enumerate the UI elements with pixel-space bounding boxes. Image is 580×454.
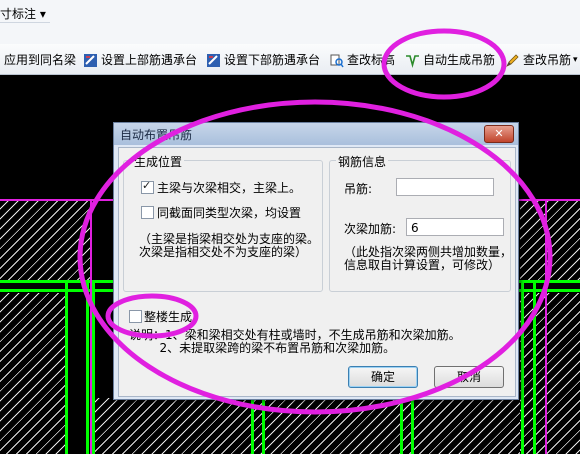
dimension-menu[interactable]: 寸标注 ▾ (0, 6, 50, 23)
rebar-info-group: 钢筋信息 吊筋: 次梁加筋: 6 （此处指次梁两侧共增加数量， 信息取自计算设置… (329, 153, 513, 292)
hanger-label: 吊筋: (344, 182, 373, 196)
rebar-edit-icon (207, 53, 220, 67)
axis-line (90, 199, 92, 454)
slab-hatch (90, 398, 520, 454)
explanation-note: 说明：1、梁和梁相交处有柱或墙时，不生成吊筋和次梁加筋。 2、未提取梁跨的梁不布… (129, 328, 461, 355)
beam-line (533, 280, 536, 454)
auto-hanger-dialog: 自动布置吊筋 ✕ 生成位置 主梁与次梁相交，主梁上。 同截面同类型次梁，均设置 … (113, 122, 519, 400)
same-section-checkbox[interactable] (141, 206, 154, 219)
axis-line (545, 199, 547, 454)
dialog-body: 生成位置 主梁与次梁相交，主梁上。 同截面同类型次梁，均设置 （主梁是指梁相交处… (118, 147, 516, 397)
elevation-search-icon (330, 54, 344, 67)
secondary-beam-rebar-label: 次梁加筋: (344, 222, 397, 236)
cancel-button[interactable]: 取消 (434, 366, 504, 388)
same-section-label: 同截面同类型次梁，均设置 (157, 206, 302, 220)
check-elevation-label: 查改标高 (347, 53, 396, 67)
apply-same-name-beam-button[interactable]: 应用到同名梁 (4, 51, 76, 69)
beam-definition-note: （主梁是指梁相交处为支座的梁。 次梁是指相交处不为支座的梁） (139, 232, 320, 259)
pencil-icon (506, 53, 519, 67)
menu-bar: 寸标注 ▾ (0, 0, 580, 44)
whole-floor-checkbox[interactable] (129, 310, 142, 323)
beam-line (262, 398, 265, 454)
rebar-info-note: （此处指次梁两侧共增加数量， 信息取自计算设置，可修改） (344, 245, 513, 272)
beam-line (411, 398, 414, 454)
slab-hatch (0, 293, 65, 454)
hanger-input[interactable] (396, 178, 494, 196)
generation-position-group: 生成位置 主梁与次梁相交，主梁上。 同截面同类型次梁，均设置 （主梁是指梁相交处… (123, 153, 323, 292)
whole-floor-label: 整楼生成 (144, 310, 193, 324)
dialog-title: 自动布置吊筋 (120, 128, 193, 142)
beam-line (92, 280, 95, 454)
slab-hatch (520, 293, 580, 454)
slab-hatch (520, 200, 580, 280)
apply-same-name-beam-label: 应用到同名梁 (4, 53, 77, 67)
auto-generate-hanger-button[interactable]: 自动生成吊筋 (405, 51, 495, 69)
generation-position-title: 生成位置 (132, 153, 185, 170)
beam-line (521, 280, 524, 454)
edit-hanger-label: 查改吊筋 (523, 53, 572, 67)
auto-hanger-icon (406, 54, 419, 68)
slab-hatch (0, 200, 90, 280)
beam-line (400, 398, 403, 454)
beam-line (65, 280, 68, 454)
set-top-rebar-button[interactable]: 设置上部筋遇承台 (83, 51, 197, 69)
set-top-rebar-label: 设置上部筋遇承台 (101, 53, 198, 67)
rebar-edit-icon (84, 53, 97, 67)
check-elevation-button[interactable]: 查改标高 (329, 51, 395, 69)
beam-line (251, 398, 254, 454)
set-bottom-rebar-button[interactable]: 设置下部筋遇承台 (206, 51, 320, 69)
toolbar: 应用到同名梁 设置上部筋遇承台 设置下部筋遇承台 查改标高 自动生成吊筋 查改吊… (0, 44, 580, 75)
beam-line (86, 280, 89, 454)
main-beam-checkbox[interactable] (141, 179, 154, 194)
ok-button[interactable]: 确定 (348, 366, 418, 388)
close-button[interactable]: ✕ (484, 125, 514, 143)
rebar-info-title: 钢筋信息 (336, 153, 389, 170)
main-beam-label: 主梁与次梁相交，主梁上。 (157, 181, 302, 195)
toolbar-overflow-icon[interactable]: ▾ (573, 51, 578, 69)
secondary-beam-rebar-input[interactable]: 6 (406, 218, 504, 236)
auto-generate-hanger-label: 自动生成吊筋 (423, 53, 496, 67)
set-bottom-rebar-label: 设置下部筋遇承台 (224, 53, 321, 67)
dialog-title-bar[interactable]: 自动布置吊筋 ✕ (114, 123, 518, 145)
edit-hanger-button[interactable]: 查改吊筋 ▾ (505, 51, 578, 69)
